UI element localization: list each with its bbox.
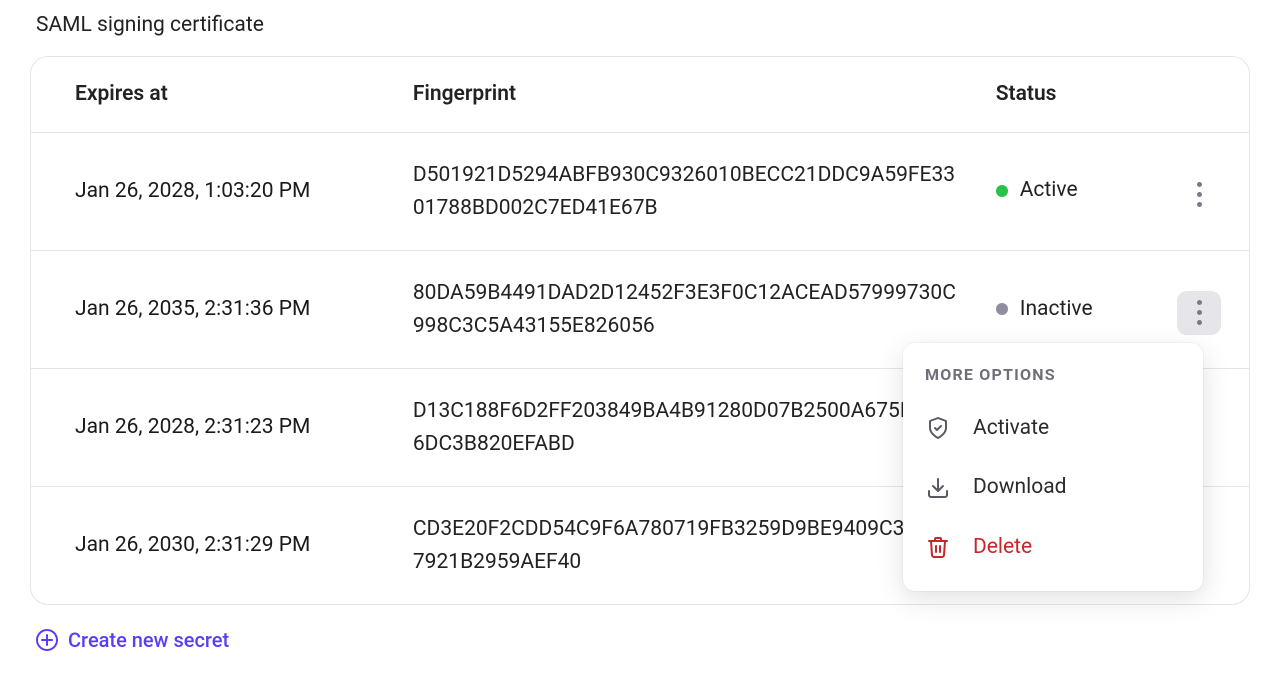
- header-fingerprint: Fingerprint: [413, 57, 996, 133]
- create-new-secret-label: Create new secret: [68, 625, 229, 655]
- trash-icon: [925, 534, 951, 560]
- expires-cell: Jan 26, 2028, 1:03:20 PM: [31, 133, 413, 251]
- expires-cell: Jan 26, 2035, 2:31:36 PM: [31, 251, 413, 369]
- status-text: Inactive: [1020, 294, 1093, 326]
- plus-circle-icon: [36, 629, 58, 651]
- status-text: Active: [1020, 175, 1078, 207]
- menu-item-activate[interactable]: Activate: [903, 399, 1203, 459]
- header-actions: [1177, 57, 1249, 133]
- expires-cell: Jan 26, 2028, 2:31:23 PM: [31, 369, 413, 487]
- status-cell: Active: [996, 133, 1177, 251]
- table-header-row: Expires at Fingerprint Status: [31, 57, 1249, 133]
- status-dot-inactive-icon: [996, 303, 1008, 315]
- menu-header: MORE OPTIONS: [903, 361, 1203, 399]
- kebab-icon: [1197, 182, 1202, 207]
- header-status: Status: [996, 57, 1177, 133]
- row-actions-button[interactable]: [1177, 291, 1221, 335]
- row-actions-button[interactable]: [1177, 173, 1221, 217]
- actions-cell: [1177, 133, 1249, 251]
- menu-item-label: Delete: [973, 532, 1032, 564]
- table-row: Jan 26, 2028, 1:03:20 PMD501921D5294ABFB…: [31, 133, 1249, 251]
- status-dot-active-icon: [996, 185, 1008, 197]
- menu-item-delete[interactable]: Delete: [903, 518, 1203, 578]
- create-new-secret-link[interactable]: Create new secret: [36, 625, 229, 655]
- menu-item-download[interactable]: Download: [903, 458, 1203, 518]
- more-options-menu: MORE OPTIONS Activate Download Delete: [903, 343, 1203, 592]
- section-title: SAML signing certificate: [36, 10, 1250, 42]
- status-badge: Inactive: [996, 294, 1093, 326]
- shield-icon: [925, 415, 951, 441]
- menu-item-label: Download: [973, 472, 1067, 504]
- kebab-icon: [1197, 300, 1202, 325]
- status-badge: Active: [996, 175, 1078, 207]
- fingerprint-cell: D501921D5294ABFB930C9326010BECC21DDC9A59…: [413, 133, 996, 251]
- menu-item-label: Activate: [973, 413, 1049, 445]
- download-icon: [925, 475, 951, 501]
- certificate-table-card: Expires at Fingerprint Status Jan 26, 20…: [30, 56, 1250, 606]
- header-expires: Expires at: [31, 57, 413, 133]
- expires-cell: Jan 26, 2030, 2:31:29 PM: [31, 487, 413, 605]
